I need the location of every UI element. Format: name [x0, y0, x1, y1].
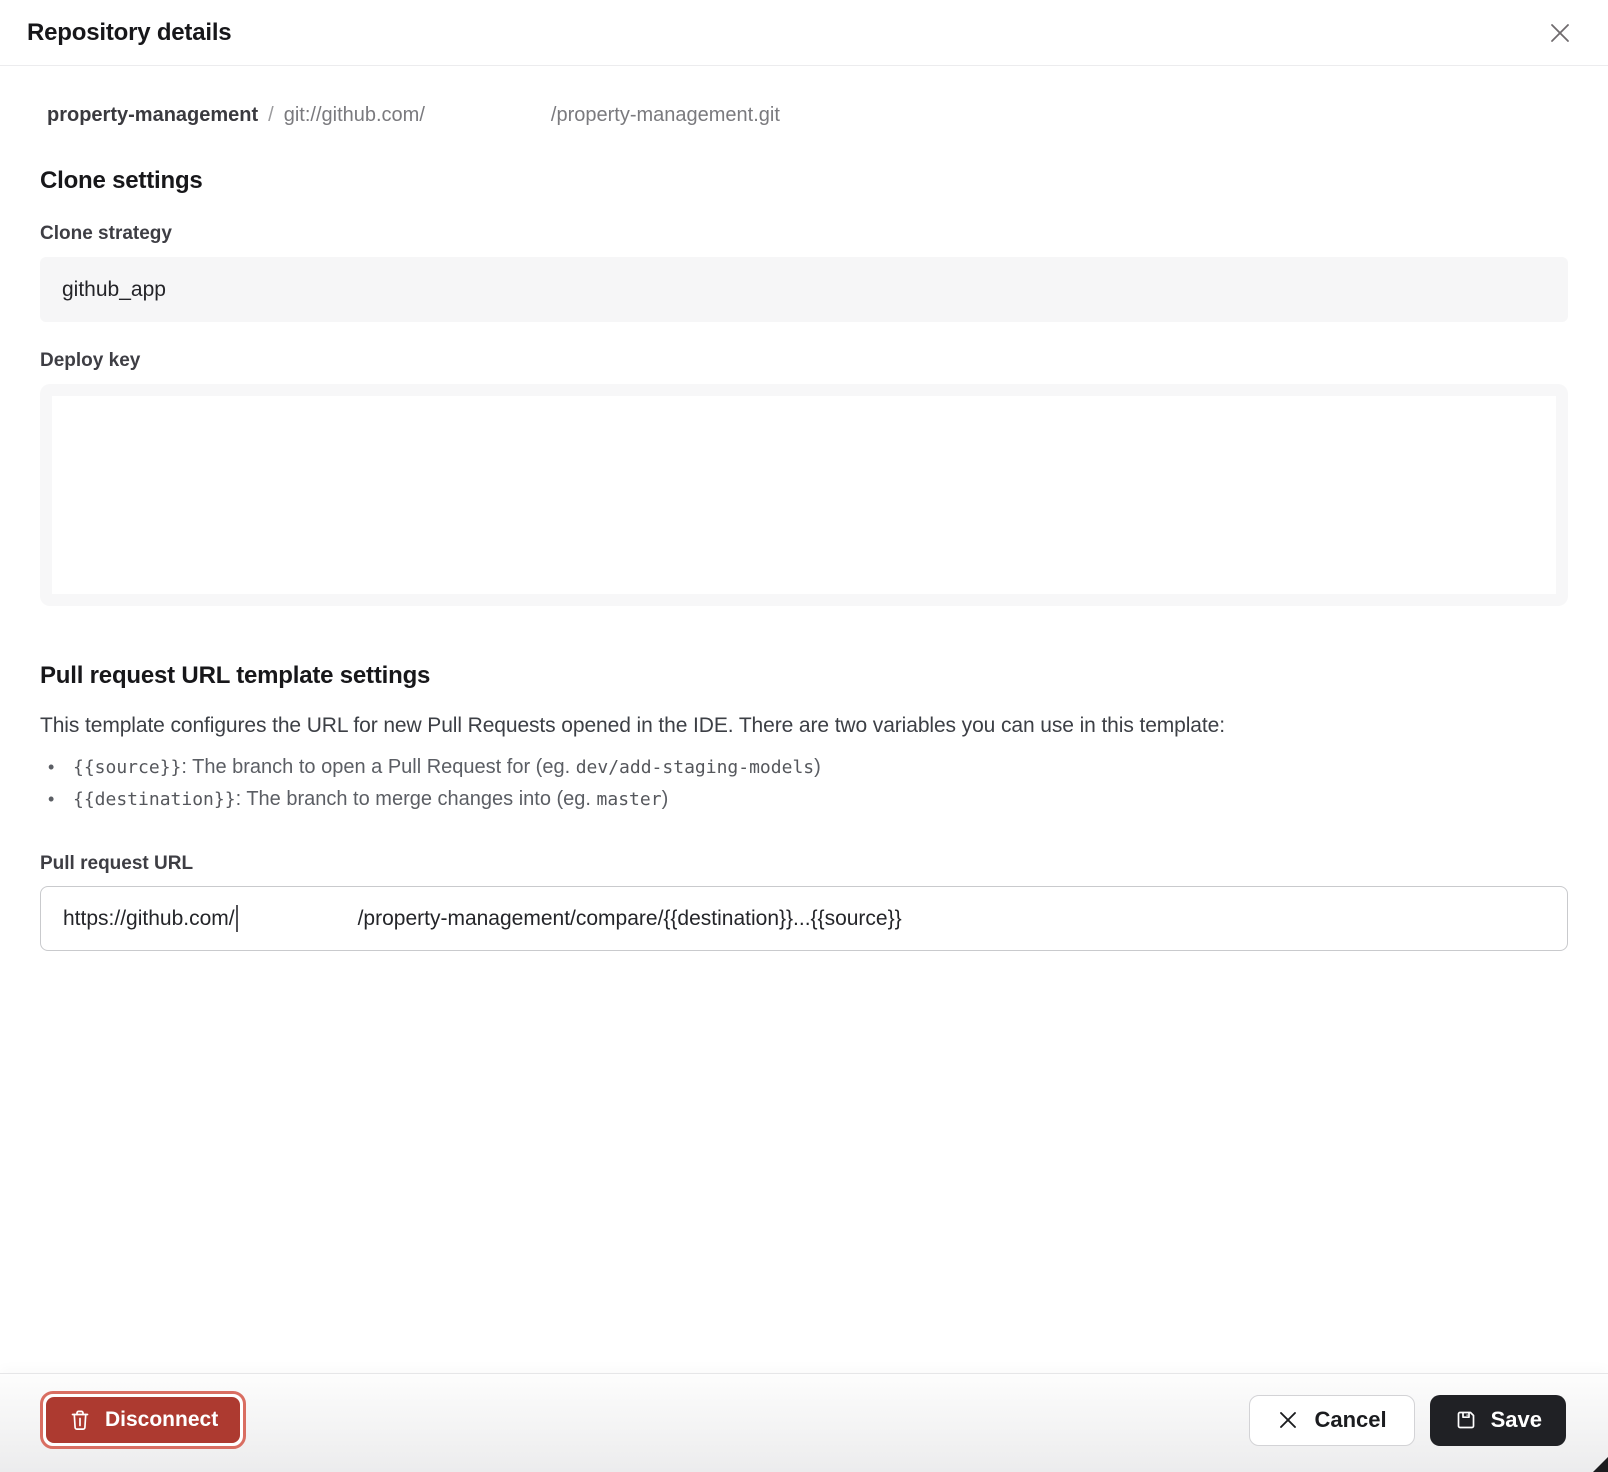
deploy-key-label: Deploy key — [40, 350, 1568, 372]
cancel-button[interactable]: Cancel — [1249, 1395, 1414, 1446]
list-item: {{destination}}: The branch to merge cha… — [40, 784, 1568, 815]
deploy-key-textarea[interactable] — [52, 396, 1556, 594]
page-title: Repository details — [27, 19, 231, 47]
modal-header: Repository details — [0, 0, 1608, 66]
floppy-disk-icon — [1454, 1408, 1478, 1432]
pr-url-value-suffix: /property-management/compare/{{destinati… — [358, 907, 902, 931]
variable-code: {{source}} — [73, 757, 181, 778]
pr-template-description: This template configures the URL for new… — [40, 714, 1568, 738]
disconnect-focus-ring: Disconnect — [40, 1391, 246, 1449]
pr-template-variable-list: {{source}}: The branch to open a Pull Re… — [40, 752, 1568, 815]
clone-strategy-value: github_app — [62, 278, 166, 302]
trash-icon — [68, 1408, 92, 1432]
text-cursor — [236, 905, 238, 932]
clone-settings-heading: Clone settings — [40, 167, 1568, 195]
breadcrumb-remote-suffix: /property-management.git — [551, 104, 780, 127]
variable-example: master — [597, 789, 662, 810]
close-icon — [1545, 18, 1575, 48]
deploy-key-box — [40, 384, 1568, 606]
close-button[interactable] — [1542, 15, 1578, 51]
save-label: Save — [1491, 1407, 1542, 1433]
disconnect-button[interactable]: Disconnect — [46, 1397, 240, 1443]
variable-text: : The branch to open a Pull Request for … — [181, 756, 575, 778]
pr-url-value-prefix: https://github.com/ — [63, 907, 235, 931]
variable-suffix: ) — [814, 756, 821, 778]
breadcrumb-repo-name: property-management — [47, 104, 258, 127]
list-item: {{source}}: The branch to open a Pull Re… — [40, 752, 1568, 783]
variable-suffix: ) — [662, 788, 669, 810]
save-button[interactable]: Save — [1430, 1395, 1566, 1446]
modal-footer: Disconnect Cancel Save — [0, 1373, 1608, 1472]
breadcrumb-separator: / — [268, 104, 274, 127]
variable-code: {{destination}} — [73, 789, 236, 810]
variable-text: : The branch to merge changes into (eg. — [236, 788, 597, 810]
pr-template-heading: Pull request URL template settings — [40, 662, 1568, 690]
cursor-artifact — [1593, 1457, 1608, 1472]
x-icon — [1277, 1409, 1299, 1431]
pr-url-input[interactable]: https://github.com/ /property-management… — [40, 886, 1568, 951]
clone-strategy-field: github_app — [40, 257, 1568, 322]
clone-strategy-label: Clone strategy — [40, 223, 1568, 245]
modal-body: property-management / git://github.com/ … — [0, 104, 1608, 951]
cancel-label: Cancel — [1314, 1407, 1386, 1433]
variable-example: dev/add-staging-models — [576, 757, 814, 778]
disconnect-label: Disconnect — [105, 1408, 218, 1432]
pr-url-label: Pull request URL — [40, 853, 1568, 875]
breadcrumb-remote-prefix: git://github.com/ — [284, 104, 425, 127]
breadcrumb: property-management / git://github.com/ … — [40, 104, 1568, 127]
